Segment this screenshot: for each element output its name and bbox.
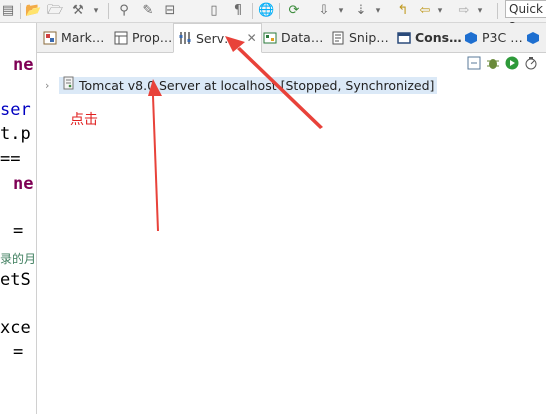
console-icon — [397, 31, 411, 45]
tab-p3c[interactable]: P3C … — [460, 23, 527, 52]
snippets-icon — [331, 31, 345, 45]
p3c-icon — [526, 31, 540, 45]
last-edit-icon[interactable]: ↰ — [395, 3, 411, 19]
tab-label: Prop… — [132, 30, 173, 45]
tab-properties[interactable]: Prop… — [110, 23, 176, 52]
down-arrow-icon[interactable]: ⇩ — [316, 3, 332, 19]
expand-chevron-icon[interactable]: › — [45, 79, 59, 92]
tab-label: Snip… — [349, 30, 389, 45]
chevron-down-icon[interactable]: ▾ — [370, 3, 386, 19]
start-server-icon[interactable] — [505, 56, 519, 70]
server-list-item[interactable]: › Tomcat v8.0 Server at localhost [Stopp… — [45, 76, 438, 94]
open-folder-icon[interactable]: ▤ — [0, 3, 16, 19]
tab-more[interactable] — [522, 23, 544, 52]
code-line: ser — [0, 100, 31, 120]
code-editor[interactable]: ne ser t.p == ne = 录的月 etS xce = — [0, 23, 37, 414]
annotation-label: 点击 — [70, 112, 98, 128]
servers-icon — [178, 31, 192, 45]
collapse-icon[interactable] — [467, 56, 481, 70]
view-tab-bar: Mark… Prop… Serv… ✕ Data… Snip… Cons… P3… — [37, 23, 546, 53]
chevron-down-icon[interactable]: ▾ — [472, 3, 488, 19]
chevron-down-icon[interactable]: ▾ — [333, 3, 349, 19]
tab-label: Data… — [281, 30, 324, 45]
separator — [279, 3, 280, 19]
open-file-icon[interactable]: 📂 — [25, 3, 41, 19]
tab-label: Mark… — [61, 30, 105, 45]
properties-icon — [114, 31, 128, 45]
markers-icon — [43, 31, 57, 45]
profile-icon[interactable] — [524, 56, 538, 70]
code-line: == — [0, 149, 21, 169]
servers-view-panel: Mark… Prop… Serv… ✕ Data… Snip… Cons… P3… — [37, 23, 546, 414]
pencil-icon[interactable]: ✎ — [140, 3, 156, 19]
separator — [108, 3, 109, 19]
server-entry[interactable]: Tomcat v8.0 Server at localhost [Stopped… — [59, 76, 438, 94]
separator — [252, 3, 253, 19]
mark-icon[interactable]: ⊟ — [162, 3, 178, 19]
quick-access-input[interactable]: Quick a — [505, 0, 546, 32]
chevron-down-icon[interactable]: ▾ — [432, 3, 448, 19]
open-file-icon[interactable]: 🗁 — [47, 3, 63, 19]
back-icon[interactable]: ⇦ — [417, 3, 433, 19]
run-icon[interactable]: ⟳ — [286, 3, 302, 19]
code-line: t.p — [0, 124, 31, 144]
code-comment: 录的月 — [0, 252, 37, 266]
code-line: etS — [0, 270, 31, 290]
wrench-icon[interactable]: ⚒ — [70, 3, 86, 19]
globe-icon[interactable]: 🌐 — [258, 3, 274, 19]
debug-icon[interactable] — [486, 56, 500, 70]
tab-label: P3C … — [482, 30, 523, 45]
code-line: ne — [13, 174, 34, 194]
code-line: ne — [13, 55, 34, 75]
tab-console[interactable]: Cons… — [393, 23, 466, 52]
next-icon[interactable]: ⇣ — [353, 3, 369, 19]
main-toolbar: ▤ 📂 🗁 ⚒ ▾ ⚲ ✎ ⊟ ▯ ¶ 🌐 ⟳ ⇩ ▾ ⇣ ▾ ↰ ⇦ ▾ ⇨ … — [0, 0, 546, 32]
server-name: Tomcat v8.0 Server at localhost — [79, 77, 277, 93]
chevron-down-icon[interactable]: ▾ — [88, 3, 104, 19]
tab-markers[interactable]: Mark… — [39, 23, 108, 52]
forward-icon[interactable]: ⇨ — [456, 3, 472, 19]
p3c-icon — [464, 31, 478, 45]
separator — [20, 3, 21, 19]
paragraph-icon[interactable]: ¶ — [230, 3, 246, 19]
pin-icon[interactable]: ⚲ — [116, 3, 132, 19]
document-icon[interactable]: ▯ — [206, 3, 222, 19]
tab-data-source-explorer[interactable]: Data… — [259, 23, 327, 52]
separator — [497, 3, 498, 19]
tab-label: Serv… — [196, 30, 237, 46]
code-line: = — [13, 221, 24, 241]
code-line: xce — [0, 318, 31, 338]
data-source-icon — [263, 31, 277, 45]
tab-snippets[interactable]: Snip… — [327, 23, 393, 52]
tab-label: Cons… — [415, 30, 462, 45]
code-line: = — [13, 342, 24, 362]
server-status: [Stopped, Synchronized] — [280, 77, 435, 93]
tab-servers[interactable]: Serv… ✕ — [173, 23, 262, 53]
server-icon — [62, 76, 75, 94]
close-icon[interactable]: ✕ — [247, 31, 257, 45]
